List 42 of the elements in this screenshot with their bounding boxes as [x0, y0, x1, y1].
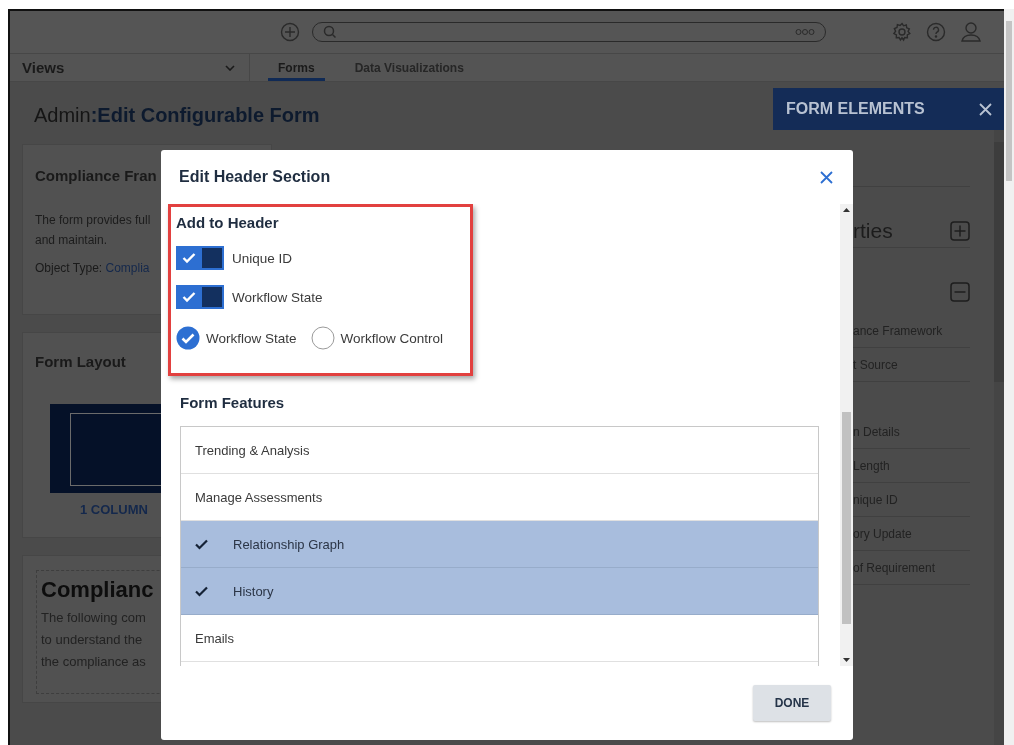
toggle-switch[interactable]	[176, 246, 224, 270]
add-icon[interactable]	[280, 22, 300, 42]
check-icon	[182, 252, 196, 264]
settings-icon[interactable]	[892, 22, 912, 42]
feature-item[interactable]: Relationship Graph	[181, 521, 818, 568]
preview-heading: Complianc	[41, 577, 154, 603]
more-icon[interactable]	[795, 28, 815, 36]
scroll-down-icon[interactable]	[843, 658, 850, 662]
help-icon[interactable]	[926, 22, 946, 42]
close-icon[interactable]	[820, 170, 833, 184]
expand-icon[interactable]	[950, 220, 970, 241]
section-title: Form Features	[180, 394, 286, 411]
panel-title: FORM ELEMENTS	[786, 100, 925, 118]
toggle-label: Unique ID	[232, 250, 293, 266]
section-title: Add to Header	[176, 214, 280, 231]
radio-button[interactable]	[176, 326, 200, 350]
done-button[interactable]: DONE	[753, 685, 831, 721]
check-icon	[195, 585, 208, 597]
scrollbar[interactable]	[840, 204, 853, 666]
toggle-label: Workflow State	[232, 289, 323, 305]
toggle-switch[interactable]	[176, 285, 224, 309]
nav-tab[interactable]: Forms	[268, 54, 325, 81]
feature-item[interactable]: Emails	[181, 615, 818, 662]
check-icon	[195, 538, 208, 550]
feature-item[interactable]: Trending & Analysis	[181, 427, 818, 474]
radio-button[interactable]	[310, 326, 335, 350]
chevron-icon	[225, 64, 235, 71]
radio-label: Workflow Control	[340, 330, 444, 346]
radio-label: Workflow State	[206, 330, 297, 346]
scroll-up-icon[interactable]	[843, 208, 850, 212]
views-dropdown[interactable]: Views	[10, 54, 250, 81]
collapse-icon[interactable]	[950, 281, 970, 302]
dialog-title: Edit Header Section	[179, 168, 331, 186]
scrollbar[interactable]	[994, 130, 1004, 745]
layout-label: 1 COLUMN	[80, 502, 148, 517]
user-icon[interactable]	[960, 21, 982, 43]
feature-item[interactable]: History	[181, 568, 818, 615]
window-scrollbar[interactable]	[1004, 9, 1014, 745]
object-type-link[interactable]: Complia	[105, 261, 150, 275]
close-icon[interactable]	[979, 102, 992, 116]
search-icon	[323, 25, 337, 39]
check-icon	[182, 291, 196, 303]
